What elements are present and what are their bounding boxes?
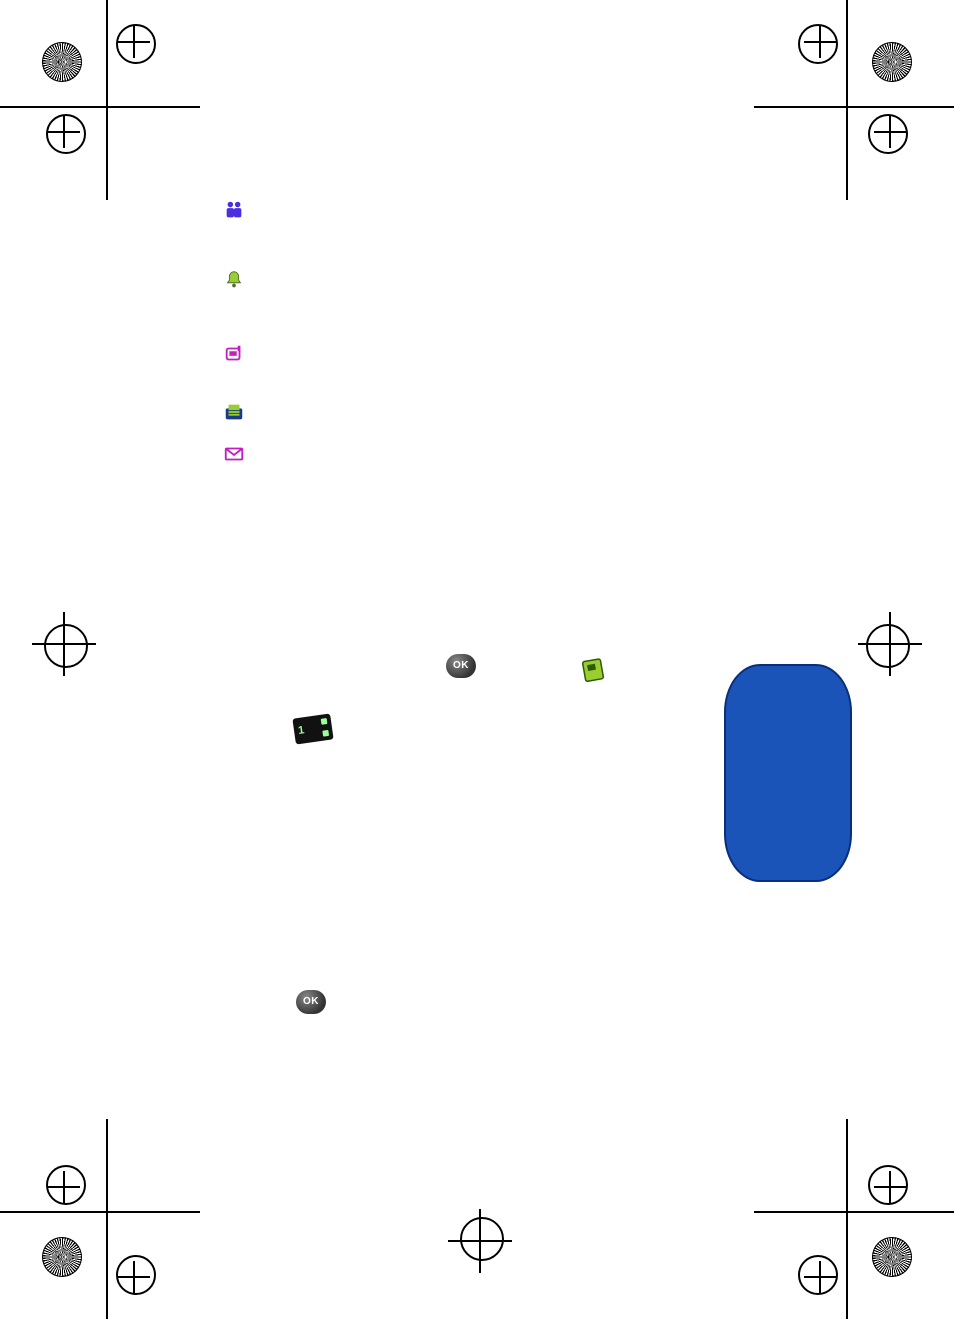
mail-icon xyxy=(222,442,246,466)
registration-mark-bottom-center xyxy=(380,1119,580,1319)
registration-mark-bottom-left xyxy=(0,1119,200,1319)
bell-icon xyxy=(222,268,246,292)
registration-mark-top-right xyxy=(754,0,954,200)
sim-card-icon: 1 xyxy=(292,713,333,744)
ok-button-icon: OK xyxy=(296,990,326,1014)
address-book-icon xyxy=(580,656,608,684)
registration-mark-top-left xyxy=(0,0,200,200)
pager-icon xyxy=(222,342,246,366)
registration-mark-mid-left xyxy=(0,560,200,760)
people-icon xyxy=(222,198,246,222)
ok-button-icon: OK xyxy=(446,654,476,678)
phone-illustration xyxy=(724,664,852,882)
fax-icon xyxy=(222,400,246,424)
sim-card-label: 1 xyxy=(297,724,305,737)
registration-mark-bottom-right xyxy=(754,1119,954,1319)
